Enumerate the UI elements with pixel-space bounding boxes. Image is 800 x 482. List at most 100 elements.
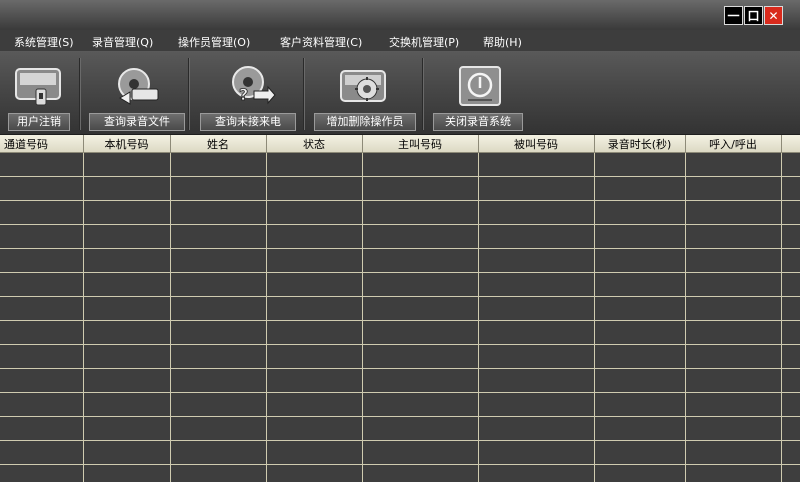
table-row[interactable]	[0, 248, 800, 273]
table-cell	[83, 464, 171, 482]
power-icon[interactable]	[455, 65, 505, 107]
missed-call-icon[interactable]: ?	[226, 65, 276, 107]
table-cell	[478, 416, 595, 441]
table-cell	[0, 464, 84, 482]
table-cell	[362, 272, 479, 297]
table-cell	[83, 368, 171, 393]
table-row[interactable]	[0, 224, 800, 249]
table-cell	[594, 200, 686, 225]
table-cell	[0, 416, 84, 441]
column-header-name[interactable]: 姓名	[170, 135, 267, 153]
close-button[interactable]: ✕	[764, 6, 783, 25]
operator-button[interactable]: 增加删除操作员	[314, 113, 416, 131]
column-header-callee[interactable]: 被叫号码	[478, 135, 595, 153]
table-cell	[685, 248, 782, 273]
menu-switch[interactable]: 交换机管理(P)	[389, 34, 459, 50]
table-row[interactable]	[0, 368, 800, 393]
recording-table: 通道号码 本机号码 姓名 状态 主叫号码 被叫号码 录音时长(秒) 呼入/呼出	[0, 135, 800, 482]
table-cell	[594, 272, 686, 297]
table-cell	[170, 248, 267, 273]
operator-settings-icon[interactable]	[338, 65, 388, 107]
table-cell	[478, 248, 595, 273]
menu-operator[interactable]: 操作员管理(O)	[178, 34, 250, 50]
menu-bar: 系统管理(S) 录音管理(Q) 操作员管理(O) 客户资料管理(C) 交换机管理…	[0, 30, 800, 52]
table-row[interactable]	[0, 272, 800, 297]
query-recording-button[interactable]: 查询录音文件	[89, 113, 185, 131]
table-row[interactable]	[0, 392, 800, 417]
menu-system[interactable]: 系统管理(S)	[14, 34, 74, 50]
table-cell	[781, 464, 800, 482]
logout-button[interactable]: 用户注销	[8, 113, 70, 131]
logout-icon[interactable]	[13, 65, 63, 107]
table-cell	[83, 440, 171, 465]
table-cell	[781, 200, 800, 225]
table-row[interactable]	[0, 344, 800, 369]
table-cell	[362, 176, 479, 201]
maximize-icon: 口	[747, 8, 760, 23]
table-cell	[170, 464, 267, 482]
table-cell	[594, 296, 686, 321]
column-header-caller[interactable]: 主叫号码	[362, 135, 479, 153]
missed-call-button[interactable]: 查询未接来电	[200, 113, 296, 131]
maximize-button[interactable]: 口	[744, 6, 763, 25]
menu-customer[interactable]: 客户资料管理(C)	[280, 34, 362, 50]
table-cell	[362, 152, 479, 177]
table-cell	[266, 152, 363, 177]
table-cell	[781, 248, 800, 273]
table-row[interactable]	[0, 176, 800, 201]
table-cell	[781, 392, 800, 417]
table-cell	[478, 368, 595, 393]
table-row[interactable]	[0, 440, 800, 465]
table-cell	[362, 440, 479, 465]
minimize-button[interactable]: 一	[724, 6, 743, 25]
table-cell	[685, 344, 782, 369]
table-cell	[478, 200, 595, 225]
query-recording-icon[interactable]	[112, 65, 162, 107]
table-row[interactable]	[0, 200, 800, 225]
table-cell	[781, 344, 800, 369]
table-cell	[83, 152, 171, 177]
table-cell	[685, 224, 782, 249]
table-cell	[266, 368, 363, 393]
table-row[interactable]	[0, 416, 800, 441]
shutdown-button[interactable]: 关闭录音系统	[433, 113, 523, 131]
table-cell	[83, 272, 171, 297]
table-cell	[362, 416, 479, 441]
table-cell	[0, 200, 84, 225]
table-cell	[170, 272, 267, 297]
table-row[interactable]	[0, 296, 800, 321]
table-cell	[685, 152, 782, 177]
table-cell	[362, 320, 479, 345]
column-header-local-number[interactable]: 本机号码	[83, 135, 171, 153]
close-icon: ✕	[768, 8, 779, 23]
table-row[interactable]	[0, 320, 800, 345]
table-cell	[83, 344, 171, 369]
table-cell	[83, 248, 171, 273]
table-cell	[594, 320, 686, 345]
table-cell	[781, 320, 800, 345]
table-cell	[266, 248, 363, 273]
table-cell	[781, 272, 800, 297]
table-cell	[0, 368, 84, 393]
table-cell	[478, 152, 595, 177]
table-cell	[0, 248, 84, 273]
table-cell	[781, 416, 800, 441]
table-row[interactable]	[0, 152, 800, 177]
table-cell	[685, 176, 782, 201]
table-cell	[0, 224, 84, 249]
table-cell	[594, 152, 686, 177]
column-header-channel[interactable]: 通道号码	[0, 135, 84, 153]
table-row[interactable]	[0, 464, 800, 482]
table-cell	[685, 200, 782, 225]
table-cell	[0, 392, 84, 417]
table-cell	[685, 272, 782, 297]
table-cell	[0, 272, 84, 297]
menu-recording[interactable]: 录音管理(Q)	[92, 34, 153, 50]
column-header-status[interactable]: 状态	[266, 135, 363, 153]
table-cell	[266, 296, 363, 321]
table-cell	[594, 464, 686, 482]
table-cell	[685, 392, 782, 417]
menu-help[interactable]: 帮助(H)	[483, 34, 522, 50]
column-header-direction[interactable]: 呼入/呼出	[685, 135, 782, 153]
column-header-duration[interactable]: 录音时长(秒)	[594, 135, 686, 153]
